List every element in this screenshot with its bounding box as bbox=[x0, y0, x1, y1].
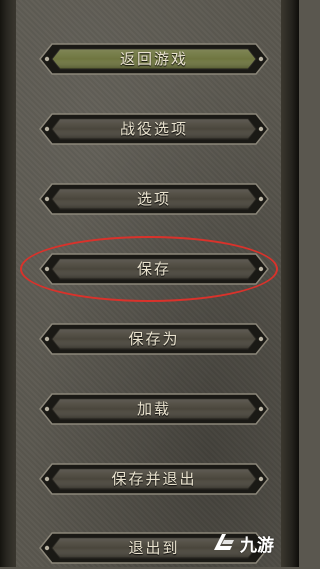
jiuyou-logo-icon bbox=[214, 534, 234, 550]
save-as-button[interactable]: 保存为 bbox=[38, 318, 270, 360]
menu-button-label: 返回游戏 bbox=[119, 50, 188, 68]
watermark: 九游 bbox=[208, 524, 294, 562]
highlight-ring bbox=[20, 236, 278, 302]
menu-button-label: 加载 bbox=[136, 400, 171, 418]
campaign-options-button[interactable]: 战役选项 bbox=[38, 108, 270, 150]
left-frame-border bbox=[0, 0, 16, 567]
resume-game-button[interactable]: 返回游戏 bbox=[38, 38, 270, 80]
watermark-text: 九游 bbox=[240, 535, 274, 556]
menu-button-label: 保存为 bbox=[128, 330, 180, 348]
menu-button-label: 选项 bbox=[136, 190, 171, 208]
load-button[interactable]: 加载 bbox=[38, 388, 270, 430]
save-and-quit-button[interactable]: 保存并退出 bbox=[38, 458, 270, 500]
menu-button-label: 战役选项 bbox=[119, 120, 188, 138]
menu-button-label: 保存并退出 bbox=[111, 470, 197, 488]
options-button[interactable]: 选项 bbox=[38, 178, 270, 220]
right-frame-border bbox=[281, 0, 299, 567]
